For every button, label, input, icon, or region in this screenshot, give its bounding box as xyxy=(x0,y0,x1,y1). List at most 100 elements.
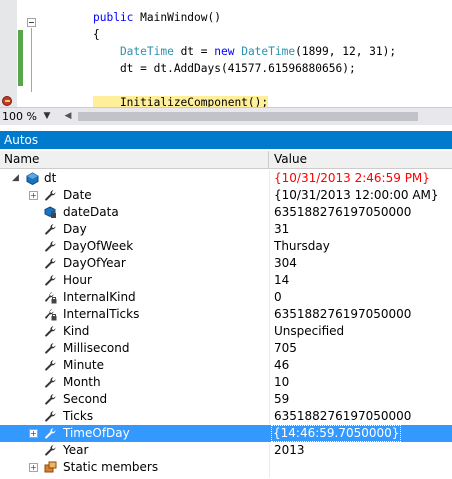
autos-row-minute[interactable]: Minute 46 xyxy=(0,357,452,374)
code-line[interactable]: public MainWindow() xyxy=(93,9,221,26)
breakpoint-current-statement-icon[interactable] xyxy=(2,96,12,106)
variable-name: InternalKind xyxy=(63,290,136,304)
wrench-icon xyxy=(44,257,57,270)
column-header-name[interactable]: Name xyxy=(0,151,269,169)
autos-row-ticks[interactable]: Ticks 635188276197050000 xyxy=(0,408,452,425)
wrench-icon xyxy=(44,240,57,253)
variable-value[interactable]: {10/31/2013 2:46:59 PM} xyxy=(274,170,430,187)
code-token: DateTime xyxy=(241,45,296,58)
variable-value[interactable]: 635188276197050000 xyxy=(274,204,411,221)
variable-name: TimeOfDay xyxy=(63,426,130,440)
code-line[interactable]: { xyxy=(93,26,100,43)
variable-name: Second xyxy=(63,392,108,406)
code-line[interactable]: dt = dt.AddDays(41577.61596880656); xyxy=(93,60,356,77)
variable-value[interactable]: 10 xyxy=(274,374,289,391)
expand-icon[interactable]: + xyxy=(29,429,38,438)
variable-name: Day xyxy=(63,222,87,236)
autos-row-dayofyear[interactable]: DayOfYear 304 xyxy=(0,255,452,272)
variable-value[interactable]: Unspecified xyxy=(274,323,344,340)
variable-value[interactable]: {10/31/2013 12:00:00 AM} xyxy=(274,187,439,204)
horizontal-scrollbar-thumb[interactable] xyxy=(78,112,418,121)
code-token: dt = dt.AddDays(41577.61596880656); xyxy=(93,62,356,75)
variable-value[interactable]: 304 xyxy=(274,255,297,272)
autos-column-header: Name Value xyxy=(0,151,452,169)
variable-value[interactable]: 46 xyxy=(274,357,289,374)
code-line[interactable]: DateTime dt = new DateTime(1899, 12, 31)… xyxy=(93,43,396,60)
autos-row-internalkind[interactable]: InternalKind 0 xyxy=(0,289,452,306)
variable-name: Kind xyxy=(63,324,90,338)
variable-name: Millisecond xyxy=(63,341,130,355)
wrench-icon xyxy=(44,359,57,372)
autos-row-hour[interactable]: Hour 14 xyxy=(0,272,452,289)
code-token: dt = xyxy=(173,45,215,58)
autos-row-dt[interactable]: ◢ dt {10/31/2013 2:46:59 PM} xyxy=(0,170,452,187)
private-property-icon xyxy=(44,291,57,304)
variable-name: Minute xyxy=(63,358,104,372)
autos-rows: ◢ dt {10/31/2013 2:46:59 PM} + Date {10/31/20… xyxy=(0,170,452,476)
variable-value[interactable]: 635188276197050000 xyxy=(274,306,411,323)
code-editor[interactable]: public MainWindow() { DateTime dt = new D… xyxy=(0,0,452,107)
autos-row-second[interactable]: Second 59 xyxy=(0,391,452,408)
wrench-icon xyxy=(44,223,57,236)
variable-value[interactable]: 31 xyxy=(274,221,289,238)
editor-statusbar: 100 % ▼ ◀ xyxy=(0,107,452,125)
scroll-left-icon[interactable]: ◀ xyxy=(62,110,74,123)
variable-name: Ticks xyxy=(63,409,94,423)
autos-row-year[interactable]: Year 2013 xyxy=(0,442,452,459)
code-token: (1899, 12, 31); xyxy=(295,45,397,58)
code-token: InitializeComponent(); xyxy=(93,96,269,107)
code-token: { xyxy=(93,28,100,41)
column-header-value[interactable]: Value xyxy=(270,151,452,169)
zoom-level: 100 % xyxy=(2,110,37,123)
variable-name: Month xyxy=(63,375,101,389)
variable-value[interactable]: 0 xyxy=(274,289,282,306)
chevron-down-icon[interactable]: ▼ xyxy=(40,109,54,124)
code-token: new xyxy=(214,45,242,58)
variable-value[interactable]: 59 xyxy=(274,391,289,408)
wrench-icon xyxy=(44,410,57,423)
autos-row-static-members[interactable]: + Static members xyxy=(0,459,452,476)
code-line[interactable]: InitializeComponent(); xyxy=(93,94,269,107)
autos-row-datedata[interactable]: dateData 635188276197050000 xyxy=(0,204,452,221)
variable-value[interactable]: Thursday xyxy=(274,238,330,255)
autos-row-millisecond[interactable]: Millisecond 705 xyxy=(0,340,452,357)
variable-value[interactable]: 705 xyxy=(274,340,297,357)
wrench-icon xyxy=(44,274,57,287)
autos-row-date[interactable]: + Date {10/31/2013 12:00:00 AM} xyxy=(0,187,452,204)
expand-icon[interactable]: + xyxy=(29,191,38,200)
variable-value[interactable]: 2013 xyxy=(274,442,305,459)
autos-row-internalticks[interactable]: InternalTicks 635188276197050000 xyxy=(0,306,452,323)
wrench-icon xyxy=(44,376,57,389)
variable-name: dt xyxy=(44,171,57,185)
variable-name: Hour xyxy=(63,273,92,287)
wrench-icon xyxy=(44,189,57,202)
variable-value[interactable]: {14:46:59.7050000} xyxy=(271,425,402,442)
variable-name: DayOfWeek xyxy=(63,239,134,253)
code-token: DateTime xyxy=(93,45,174,58)
autos-row-month[interactable]: Month 10 xyxy=(0,374,452,391)
outline-collapse-icon[interactable] xyxy=(27,18,36,27)
variable-value[interactable]: 635188276197050000 xyxy=(274,408,411,425)
private-property-icon xyxy=(44,308,57,321)
zoom-dropdown[interactable]: 100 % ▼ xyxy=(2,109,58,124)
variable-name: Date xyxy=(63,188,92,202)
expand-icon[interactable]: + xyxy=(29,463,38,472)
wrench-icon xyxy=(44,427,57,440)
autos-row-dayofweek[interactable]: DayOfWeek Thursday xyxy=(0,238,452,255)
autos-row-kind[interactable]: Kind Unspecified xyxy=(0,323,452,340)
variable-name: Year xyxy=(63,443,89,457)
wrench-icon xyxy=(44,444,57,457)
collapse-icon[interactable]: ◢ xyxy=(11,174,20,183)
variable-name: DayOfYear xyxy=(63,256,126,270)
wrench-icon xyxy=(44,325,57,338)
outline-line xyxy=(31,28,32,92)
code-token: MainWindow() xyxy=(140,11,221,24)
autos-window-title[interactable]: Autos xyxy=(0,131,452,149)
editor-gutter[interactable] xyxy=(0,0,17,107)
variable-name: dateData xyxy=(63,205,119,219)
variable-value[interactable]: 14 xyxy=(274,272,289,289)
code-token: public xyxy=(93,11,141,24)
static-members-icon xyxy=(44,461,57,474)
autos-row-timeofday[interactable]: + TimeOfDay {14:46:59.7050000} xyxy=(0,425,452,442)
autos-row-day[interactable]: Day 31 xyxy=(0,221,452,238)
